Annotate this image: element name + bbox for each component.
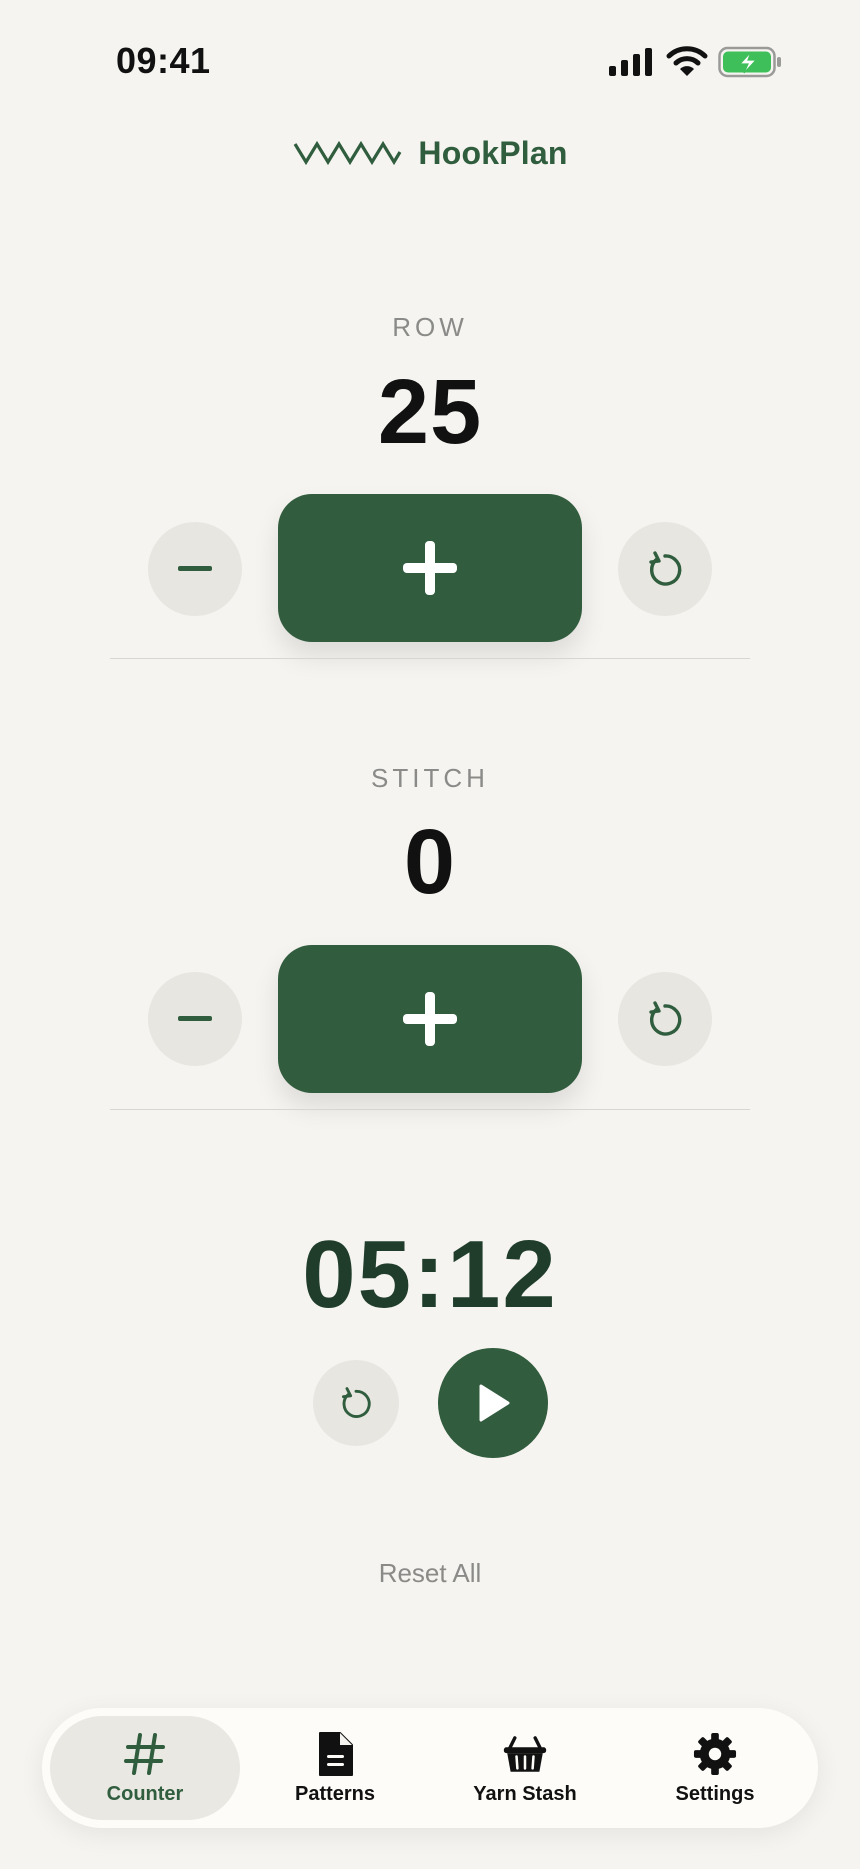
battery-charging-icon [718,46,781,78]
reset-all-button[interactable]: Reset All [0,1558,860,1589]
play-icon [479,1384,510,1422]
tab-counter[interactable]: Counter [50,1716,240,1820]
plus-icon [403,992,457,1046]
reset-icon [649,1001,682,1036]
zigzag-logo-icon [294,140,402,166]
row-reset-button[interactable] [618,522,712,616]
stitch-label: STITCH [371,763,489,793]
tab-yarn-stash[interactable]: Yarn Stash [430,1716,620,1820]
tab-bar: Counter Patterns Yarn Stash Settings [42,1708,818,1828]
status-time: 09:41 [116,40,211,81]
status-bar: 09:41 [0,0,860,120]
row-decrement-button[interactable] [148,522,242,616]
timer-reset-button[interactable] [313,1360,399,1446]
timer-play-button[interactable] [438,1348,548,1458]
reset-icon [341,1387,371,1418]
cellular-signal-icon [609,48,652,76]
tab-settings[interactable]: Settings [620,1716,810,1820]
tab-label: Settings [675,1782,755,1805]
gear-icon [693,1731,737,1777]
wifi-icon [666,46,708,76]
row-label: ROW [392,312,468,342]
stitch-value: 0 [403,811,457,913]
tab-label: Yarn Stash [473,1782,577,1805]
stitch-decrement-button[interactable] [148,972,242,1066]
minus-icon [178,1016,212,1021]
divider [110,1109,750,1110]
timer-value: 05:12 [302,1221,558,1328]
tab-label: Counter [106,1782,184,1805]
row-value: 25 [377,361,483,463]
tab-patterns[interactable]: Patterns [240,1716,430,1820]
basket-icon [503,1731,547,1777]
minus-icon [178,566,212,571]
stitch-reset-button[interactable] [618,972,712,1066]
divider [110,658,750,659]
document-icon [313,1731,357,1777]
row-increment-button[interactable] [278,494,582,642]
hash-icon [123,1731,167,1777]
stitch-increment-button[interactable] [278,945,582,1093]
app-header: HookPlan [0,128,860,178]
app-title: HookPlan [418,134,568,171]
tab-label: Patterns [294,1782,376,1805]
plus-icon [403,541,457,595]
reset-icon [649,551,682,586]
